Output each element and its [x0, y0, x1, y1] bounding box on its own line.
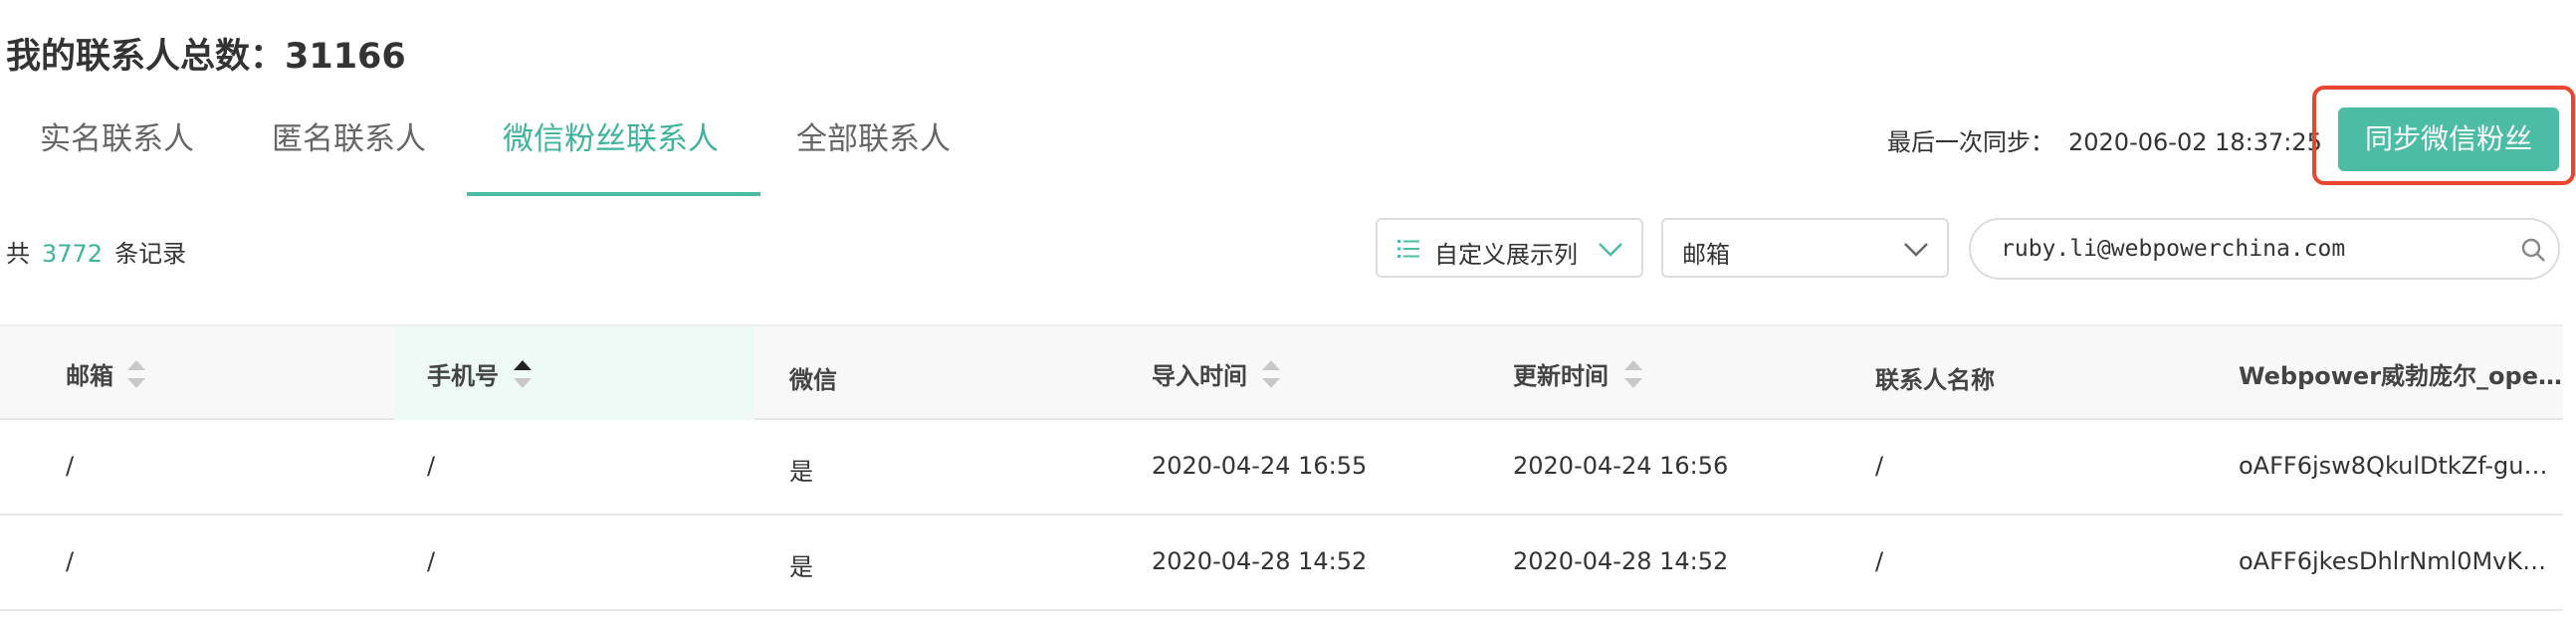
custom-columns-label: 自定义展示列: [1434, 241, 1578, 269]
search-input[interactable]: [2001, 232, 2498, 266]
cell-import-time: 2020-04-28 14:52: [1152, 547, 1368, 575]
tab-wechat-fan-contacts[interactable]: 微信粉丝联系人: [503, 109, 719, 197]
column-header-email[interactable]: 邮箱: [66, 356, 113, 391]
list-icon: [1397, 240, 1419, 258]
search-icon[interactable]: [2520, 237, 2546, 263]
column-header-update-time[interactable]: 更新时间: [1513, 356, 1609, 391]
record-count: 共 3772 条记录: [6, 234, 186, 269]
sync-wechat-fans-button[interactable]: 同步微信粉丝: [2338, 107, 2559, 171]
column-header-wechat: 微信: [789, 366, 837, 394]
cell-contact-name: /: [1875, 547, 1884, 575]
tab-real-name-contacts[interactable]: 实名联系人: [40, 109, 194, 197]
cell-email: /: [66, 547, 75, 575]
tab-anonymous-contacts[interactable]: 匿名联系人: [272, 109, 426, 197]
cell-contact-name: /: [1875, 452, 1884, 480]
chevron-down-icon: [1904, 243, 1928, 257]
table-row[interactable]: / / 是 2020-04-28 14:52 2020-04-28 14:52 …: [0, 516, 2563, 611]
cell-update-time: 2020-04-28 14:52: [1513, 547, 1729, 575]
search-field-value: 邮箱: [1682, 241, 1730, 269]
cell-openid: oAFF6jsw8QkulDtkZf-gu…: [2239, 452, 2548, 480]
cell-email: /: [66, 452, 75, 480]
column-header-contact-name: 联系人名称: [1875, 366, 1995, 394]
sort-icon[interactable]: [1624, 360, 1642, 390]
cell-wechat: 是: [789, 553, 813, 581]
cell-phone: /: [427, 452, 436, 480]
record-count-value: 3772: [42, 240, 104, 268]
tab-all-contacts[interactable]: 全部联系人: [796, 109, 951, 197]
chevron-down-icon: [1599, 243, 1622, 257]
cell-wechat: 是: [789, 458, 813, 486]
active-tab-indicator: [467, 192, 760, 196]
sort-icon[interactable]: [1262, 360, 1280, 390]
record-count-suffix: 条记录: [114, 240, 187, 268]
page-title: 我的联系人总数：31166: [6, 37, 406, 77]
custom-columns-select[interactable]: 自定义展示列: [1376, 218, 1643, 278]
last-sync-info: 最后一次同步： 2020-06-02 18:37:25: [1887, 122, 2322, 157]
column-header-openid: Webpower威勃庞尔_ope…: [2239, 362, 2562, 390]
last-sync-time: 2020-06-02 18:37:25: [2068, 128, 2322, 156]
search-field-select[interactable]: 邮箱: [1661, 218, 1949, 278]
table-scroll-edge: [2563, 324, 2576, 625]
cell-import-time: 2020-04-24 16:55: [1152, 452, 1368, 480]
table-row[interactable]: / / 是 2020-04-24 16:55 2020-04-24 16:56 …: [0, 420, 2563, 516]
column-header-import-time[interactable]: 导入时间: [1152, 356, 1247, 391]
column-header-phone[interactable]: 手机号: [427, 356, 499, 391]
record-count-prefix: 共: [6, 240, 30, 268]
last-sync-label: 最后一次同步：: [1887, 128, 2054, 156]
search-box: [1969, 218, 2560, 280]
sort-asc-icon[interactable]: [514, 360, 532, 390]
cell-phone: /: [427, 547, 436, 575]
sort-icon[interactable]: [127, 360, 145, 390]
table-header: 邮箱 手机号 微信 导入时间 更新时间 联系人名称 Webpower威勃庞尔_o…: [0, 324, 2563, 420]
cell-openid: oAFF6jkesDhlrNml0MvK…: [2239, 547, 2547, 575]
cell-update-time: 2020-04-24 16:56: [1513, 452, 1729, 480]
